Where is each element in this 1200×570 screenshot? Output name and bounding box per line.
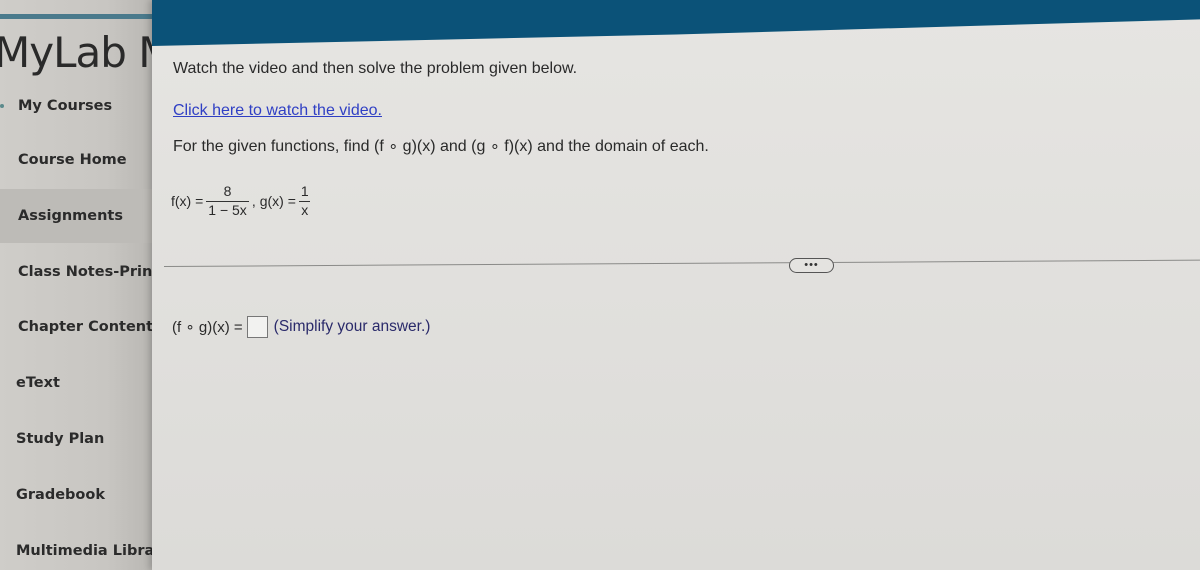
header-band [152, 0, 1200, 46]
sidebar-item-label: eText [16, 375, 60, 391]
answer-hint: (Simplify your answer.) [273, 318, 431, 335]
sidebar-item-label: Gradebook [16, 487, 105, 503]
answer-row: (f ∘ g)(x) = (Simplify your answer.) [172, 316, 430, 338]
f-numerator: 8 [223, 183, 232, 199]
sidebar-item-label: My Courses [18, 98, 113, 114]
g-denominator: x [299, 201, 311, 218]
g-label: g(x) = [259, 193, 296, 209]
sidebar-item-gradebook[interactable]: Gradebook [0, 468, 152, 522]
sidebar-item-label: Study Plan [16, 431, 105, 447]
question-text: For the given functions, find (f ∘ g)(x)… [173, 138, 709, 155]
sidebar-item-class-notes-print[interactable]: Class Notes-Print [0, 245, 152, 299]
function-definitions: f(x) = 8 1 − 5x , g(x) = 1 x [171, 184, 314, 218]
sidebar-item-chapter-contents[interactable]: Chapter Contents [0, 300, 152, 354]
sidebar-item-label: Course Home [18, 152, 127, 168]
sidebar: MyLab M My Courses Course Home Assignmen… [0, 0, 152, 570]
sidebar-item-course-home[interactable]: Course Home [0, 133, 152, 187]
sidebar-item-assignments[interactable]: Assignments [0, 189, 152, 243]
main-content: Watch the video and then solve the probl… [152, 0, 1200, 570]
sidebar-item-label: Assignments [18, 208, 123, 224]
g-numerator: 1 [300, 183, 309, 199]
section-divider [163, 259, 1200, 267]
sidebar-top-accent-line [0, 14, 152, 19]
brand-logo-text: MyLab M [0, 28, 152, 77]
instruction-text: Watch the video and then solve the probl… [173, 60, 578, 77]
sidebar-item-etext[interactable]: eText [0, 356, 152, 410]
sidebar-item-label: Class Notes-Print [18, 264, 152, 280]
sidebar-item-my-courses[interactable]: My Courses [0, 79, 152, 133]
formula-separator: , [251, 193, 256, 209]
expand-more-button[interactable]: ••• [789, 258, 834, 273]
answer-input[interactable] [246, 316, 268, 338]
f-fraction: 8 1 − 5x [206, 184, 249, 218]
answer-label: (f ∘ g)(x) = [172, 319, 243, 336]
g-fraction: 1 x [299, 184, 311, 218]
sidebar-item-label: Chapter Contents [18, 319, 152, 335]
f-label: f(x) = [171, 193, 204, 209]
sidebar-item-multimedia-library[interactable]: Multimedia Library [0, 524, 152, 570]
sidebar-item-label: Multimedia Library [16, 543, 152, 559]
watch-video-link[interactable]: Click here to watch the video. [173, 102, 382, 120]
f-denominator: 1 − 5x [206, 201, 249, 218]
sidebar-item-study-plan[interactable]: Study Plan [0, 412, 152, 466]
